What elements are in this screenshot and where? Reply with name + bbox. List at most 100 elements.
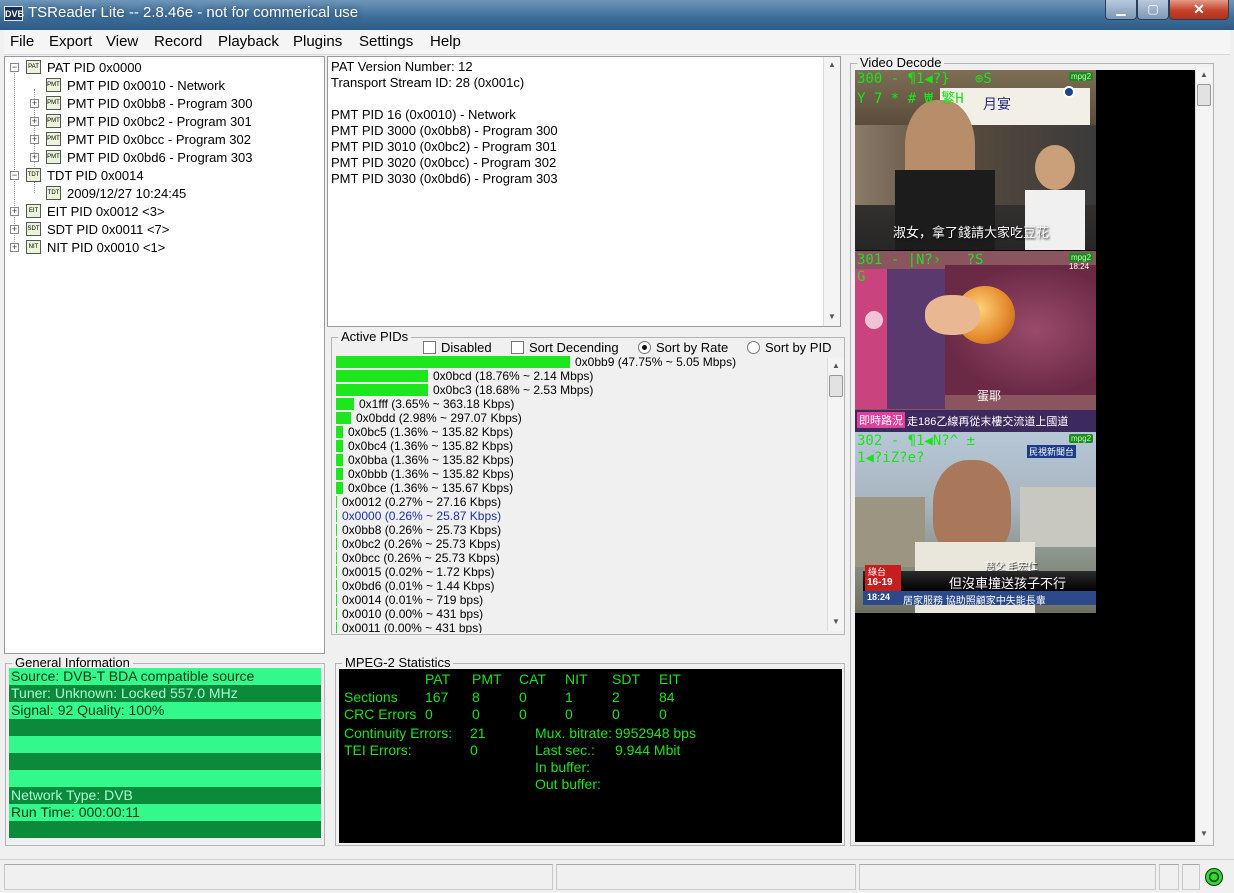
pid-rate-bar (336, 370, 428, 382)
video-frame-301[interactable]: 301 - |N?› ?S G mpg2 18:24 蛋耶 即時路況 走186乙… (855, 251, 1096, 432)
pat-info-line: Transport Stream ID: 28 (0x001c) (331, 75, 525, 90)
general-info-row (9, 770, 321, 787)
menu-plugins[interactable]: Plugins (293, 33, 342, 50)
menu-playback[interactable]: Playback (218, 33, 279, 50)
mpg2-badge: mpg2 (1069, 72, 1094, 81)
maximize-button[interactable]: ▢ (1137, 0, 1169, 20)
pid-rate-bar (336, 482, 343, 494)
frame3-channel-logo: 民視新聞台 (1027, 445, 1077, 458)
pid-rate-bar (336, 566, 337, 578)
frame3-headline: 但沒車撞送孩子不行 (949, 576, 1067, 591)
sort-descending-checkbox[interactable]: Sort Decending (511, 340, 619, 355)
table-icon: PMT (46, 114, 61, 128)
window-title: TSReader Lite -- 2.8.46e - not for comme… (28, 4, 359, 21)
sections-sdt: 2 (612, 689, 620, 705)
pid-rate-label: 0x0bc4 (1.36% ~ 135.82 Kbps) (348, 439, 514, 453)
crc-pat: 0 (425, 706, 433, 722)
crc-nit: 0 (565, 706, 573, 722)
scroll-thumb[interactable] (829, 375, 843, 397)
expand-icon[interactable]: + (10, 225, 19, 234)
menu-record[interactable]: Record (154, 33, 202, 50)
mux-bitrate-value: 9952948 bps (615, 725, 696, 741)
scroll-down-icon[interactable]: ▼ (824, 309, 840, 325)
menu-file[interactable]: File (10, 33, 34, 50)
menu-export[interactable]: Export (49, 33, 92, 50)
expand-icon[interactable]: + (10, 243, 19, 252)
disabled-label: Disabled (441, 340, 492, 355)
pid-rate-label: 0x0bcc (0.26% ~ 25.73 Kbps) (342, 551, 500, 565)
sections-cat: 0 (519, 689, 527, 705)
close-button[interactable]: ✕ (1169, 0, 1229, 20)
pid-rate-bar (336, 356, 570, 368)
pat-info-line: PMT PID 3030 (0x0bd6) - Program 303 (331, 171, 558, 186)
collapse-icon[interactable]: − (10, 63, 19, 72)
last-sec-value: 9.944 Mbit (615, 742, 681, 758)
pid-rate-label: 0x0bd6 (0.01% ~ 1.44 Kbps) (342, 579, 495, 593)
pid-rate-bar (336, 594, 337, 606)
minimize-button[interactable]: ▁ (1105, 0, 1137, 20)
menu-help[interactable]: Help (430, 33, 461, 50)
status-cell (859, 864, 1156, 890)
expand-icon[interactable]: + (30, 153, 39, 162)
pid-rate-label: 0x0bb9 (47.75% ~ 5.05 Mbps) (575, 355, 737, 369)
mux-bitrate-label: Mux. bitrate: (535, 725, 613, 741)
scroll-up-icon[interactable]: ▲ (824, 57, 840, 73)
tei-errors-value: 0 (470, 742, 478, 758)
app-logo-icon: DVB (4, 6, 24, 21)
pid-rate-bar (336, 622, 337, 633)
pid-rate-bar (336, 426, 343, 438)
frame2-osd-line2: G (857, 269, 866, 285)
pid-rate-label: 0x0000 (0.26% ~ 25.87 Kbps) (342, 509, 502, 523)
pid-rate-bar (336, 384, 428, 396)
crc-cat: 0 (519, 706, 527, 722)
frame3-date: 16-19 (867, 577, 893, 588)
menu-view[interactable]: View (106, 33, 138, 50)
frame1-subtitle: 淑女，拿了錢請大家吃豆花 (893, 225, 1050, 240)
table-icon: PMT (46, 78, 61, 92)
video-scrollbar[interactable]: ▲ ▼ (1195, 67, 1212, 843)
table-icon: PMT (46, 96, 61, 110)
sort-descending-label: Sort Decending (529, 340, 619, 355)
header-sdt: SDT (612, 671, 640, 687)
table-icon: PMT (46, 150, 61, 164)
pid-rate-bar (336, 454, 343, 466)
general-info-row: Source: DVB-T BDA compatible source (9, 668, 321, 685)
frame1-osd-line2: Y 7 * # ₩ 繁H (857, 91, 964, 107)
pid-list: 0x0bb9 (47.75% ~ 5.05 Mbps) 0x0bcd (18.76… (336, 355, 824, 633)
status-cell (556, 864, 856, 890)
title-bar: DVB TSReader Lite -- 2.8.46e - not for c… (0, 0, 1234, 30)
scroll-thumb[interactable] (1197, 84, 1211, 106)
header-nit: NIT (565, 671, 588, 687)
menu-bar: File Export View Record Playback Plugins… (4, 30, 1230, 55)
sort-by-rate-radio[interactable]: Sort by Rate (638, 340, 728, 355)
pid-rate-bar (336, 524, 337, 536)
expand-icon[interactable]: + (10, 207, 19, 216)
frame2-caption: 蛋耶 (977, 389, 1002, 403)
scroll-up-icon[interactable]: ▲ (828, 358, 844, 374)
pat-scrollbar[interactable]: ▲ ▼ (823, 57, 840, 326)
general-info-row (9, 821, 321, 838)
frame2-ticker: 走186乙線再從末樓交流道上國道 (907, 416, 1069, 428)
expand-icon[interactable]: + (30, 99, 39, 108)
video-frame-300[interactable]: 月宴 300 - ¶1◀?} ⊕S Y 7 * # ₩ 繁H mpg2 淑女，拿… (855, 70, 1096, 250)
video-frame-302[interactable]: 302 - ¶1◀N?^ ± 1◀?iZ?e? mpg2 民視新聞台 慈父 毛宏… (855, 432, 1096, 613)
pid-rate-label: 0x0bcd (18.76% ~ 2.14 Mbps) (433, 369, 594, 383)
collapse-icon[interactable]: − (10, 171, 19, 180)
scroll-down-icon[interactable]: ▼ (1196, 826, 1212, 842)
disabled-checkbox[interactable]: Disabled (423, 340, 492, 355)
status-cell (1159, 864, 1179, 890)
expand-icon[interactable]: + (30, 117, 39, 126)
menu-settings[interactable]: Settings (359, 33, 413, 50)
general-info-row (9, 736, 321, 753)
pids-scrollbar[interactable]: ▲ ▼ (827, 358, 844, 631)
table-icon: PMT (46, 132, 61, 146)
scroll-down-icon[interactable]: ▼ (828, 614, 844, 630)
expand-icon[interactable]: + (30, 135, 39, 144)
sort-by-pid-radio[interactable]: Sort by PID (747, 340, 831, 355)
pid-rate-label: 0x0bbb (1.36% ~ 135.82 Kbps) (348, 467, 514, 481)
pid-tree: − PAT PAT PID 0x0000 PMT PMT PID 0x0010 … (4, 56, 325, 654)
table-icon: PAT (26, 60, 41, 74)
pid-rate-bar (336, 440, 343, 452)
sort-by-rate-label: Sort by Rate (656, 340, 729, 355)
scroll-up-icon[interactable]: ▲ (1196, 67, 1212, 83)
